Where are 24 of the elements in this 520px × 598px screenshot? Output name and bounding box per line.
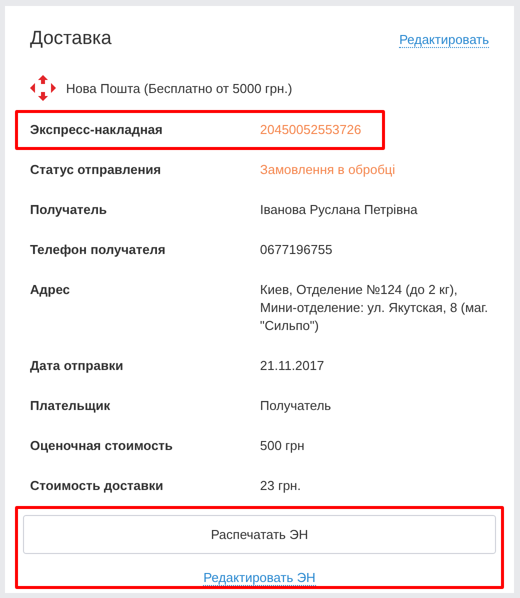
card-title: Доставка	[30, 28, 112, 50]
field-label: Получатель	[30, 201, 108, 218]
field-label: Телефон получателя	[30, 241, 166, 258]
field-value: 0677196755	[260, 241, 334, 259]
field-label: Дата отправки	[30, 357, 124, 374]
field-label: Экспресс-накладная	[30, 121, 164, 138]
print-button[interactable]: Распечатать ЭН	[23, 515, 496, 554]
carrier-name: Нова Пошта (Бесплатно от 5000 грн.)	[66, 80, 292, 96]
field-value: Получатель	[260, 397, 332, 415]
field-value: Замовлення в обробці	[260, 161, 396, 179]
field-value: 500 грн	[260, 437, 306, 455]
field-label: Статус отправления	[30, 161, 162, 178]
field-label: Плательщик	[30, 397, 112, 414]
edit-waybill-link[interactable]: Редактировать ЭН	[203, 570, 316, 586]
field-label: Стоимость доставки	[30, 477, 164, 494]
logo-icon	[30, 75, 56, 101]
field-value: Іванова Руслана Петрівна	[260, 201, 419, 219]
field-value: 21.11.2017	[260, 357, 326, 375]
field-value: 23 грн.	[260, 477, 302, 495]
edit-link[interactable]: Редактировать	[399, 32, 489, 48]
field-value: 20450052553726	[260, 121, 362, 139]
field-value: Киев, Отделение №124 (до 2 кг), Мини-отделение: ул. Якутская, 8 (маг. "Сильпо")	[260, 281, 489, 335]
field-label: Адрес	[30, 281, 71, 298]
field-label: Оценочная стоимость	[30, 437, 174, 454]
